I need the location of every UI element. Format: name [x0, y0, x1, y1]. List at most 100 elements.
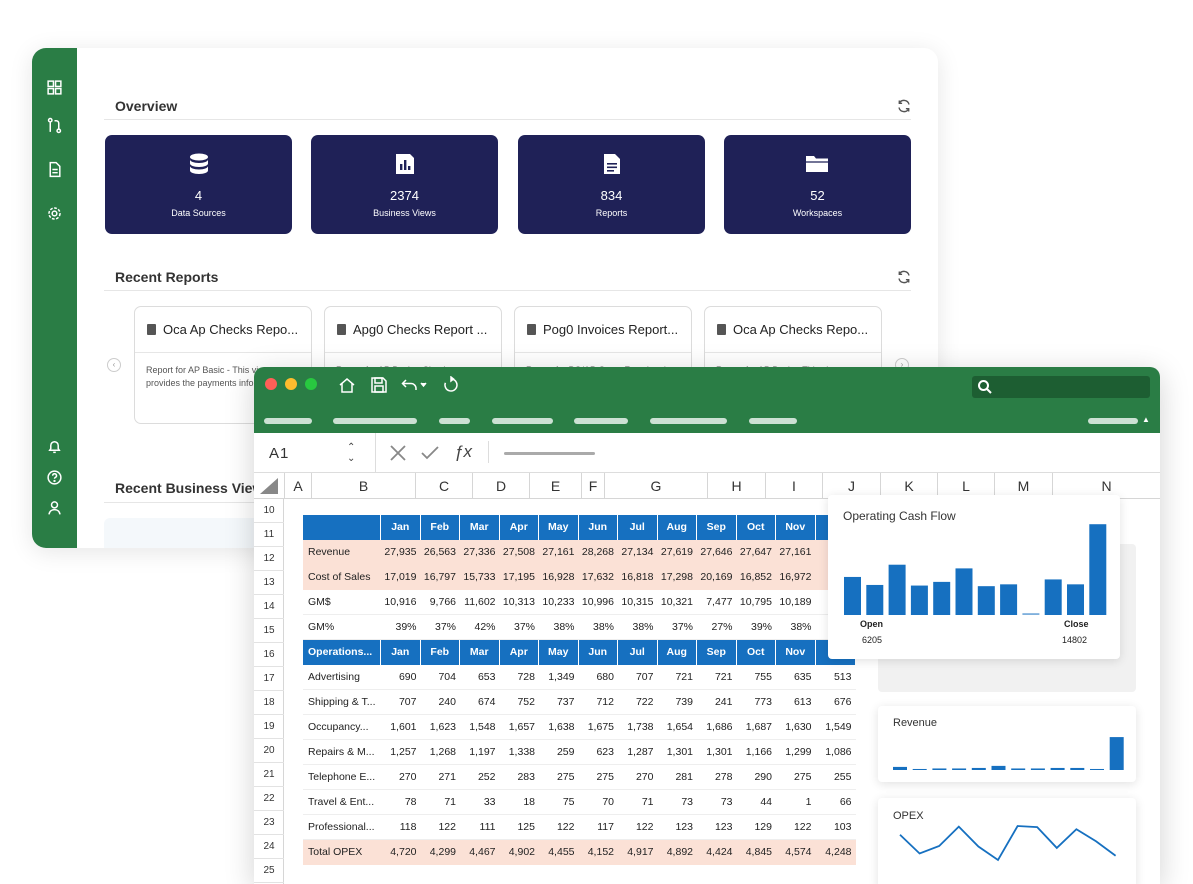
column-header[interactable]: I [765, 473, 822, 499]
value-cell[interactable]: 1,548 [460, 715, 500, 740]
value-cell[interactable]: 33 [460, 790, 500, 815]
value-cell[interactable]: 27,619 [657, 540, 697, 565]
value-cell[interactable]: 613 [776, 690, 816, 715]
opex-widget[interactable]: OPEX [878, 798, 1136, 884]
value-cell[interactable]: 241 [697, 690, 737, 715]
value-cell[interactable]: 278 [697, 765, 737, 790]
value-cell[interactable]: 27,161 [776, 540, 816, 565]
bell-icon[interactable] [46, 438, 63, 455]
month-header-cell[interactable]: Aug [657, 515, 697, 540]
ribbon-tab[interactable] [264, 418, 312, 424]
month-header-cell[interactable]: Jul [618, 515, 658, 540]
cash-flow-bar[interactable] [955, 568, 973, 615]
value-cell[interactable]: 680 [578, 665, 618, 690]
value-cell[interactable]: 1,738 [618, 715, 658, 740]
month-header-cell[interactable]: Sep [697, 640, 737, 665]
value-cell[interactable]: 1,287 [618, 740, 658, 765]
value-cell[interactable]: 11,602 [460, 590, 500, 615]
value-cell[interactable]: 27,161 [539, 540, 579, 565]
carousel-prev-button[interactable]: ‹ [107, 358, 121, 372]
month-header-cell[interactable]: May [539, 515, 579, 540]
value-cell[interactable]: 4,892 [657, 840, 697, 865]
value-cell[interactable]: 721 [697, 665, 737, 690]
value-cell[interactable]: 122 [776, 815, 816, 840]
row-label-cell[interactable]: Revenue [303, 540, 381, 565]
save-icon[interactable] [370, 376, 388, 394]
value-cell[interactable]: 129 [736, 815, 776, 840]
value-cell[interactable]: 1,197 [460, 740, 500, 765]
value-cell[interactable]: 71 [618, 790, 658, 815]
revenue-widget[interactable]: Revenue [878, 706, 1136, 782]
ribbon-tab[interactable] [574, 418, 628, 424]
close-window-button[interactable] [265, 378, 277, 390]
undo-icon[interactable] [401, 376, 429, 394]
value-cell[interactable]: 712 [578, 690, 618, 715]
value-cell[interactable]: 117 [578, 815, 618, 840]
revenue-bar[interactable] [1109, 737, 1124, 770]
value-cell[interactable]: 270 [381, 765, 421, 790]
function-icon[interactable]: ƒx [454, 442, 472, 462]
minimize-window-button[interactable] [285, 378, 297, 390]
row-label-cell[interactable]: Shipping & T... [303, 690, 381, 715]
cash-flow-bar[interactable] [844, 576, 861, 615]
value-cell[interactable]: 37% [657, 615, 697, 640]
month-header-cell[interactable]: Feb [420, 640, 460, 665]
value-cell[interactable]: 71 [420, 790, 460, 815]
month-header-cell[interactable]: Jan [381, 515, 421, 540]
value-cell[interactable]: 1,638 [539, 715, 579, 740]
value-cell[interactable]: 10,321 [657, 590, 697, 615]
value-cell[interactable]: 635 [776, 665, 816, 690]
row-label-cell[interactable]: Repairs & M... [303, 740, 381, 765]
search-input[interactable] [972, 376, 1150, 398]
value-cell[interactable]: 739 [657, 690, 697, 715]
row-label-cell[interactable]: GM% [303, 615, 381, 640]
value-cell[interactable]: 1,268 [420, 740, 460, 765]
refresh-icon[interactable] [896, 98, 912, 114]
value-cell[interactable]: 39% [736, 615, 776, 640]
value-cell[interactable]: 1,299 [776, 740, 816, 765]
value-cell[interactable]: 1,654 [657, 715, 697, 740]
value-cell[interactable]: 16,928 [539, 565, 579, 590]
help-icon[interactable] [46, 469, 63, 486]
row-header[interactable]: 12 [254, 547, 284, 571]
ribbon-tab[interactable] [439, 418, 470, 424]
column-header[interactable]: G [604, 473, 707, 499]
value-cell[interactable]: 4,902 [499, 840, 539, 865]
value-cell[interactable]: 1,301 [657, 740, 697, 765]
value-cell[interactable]: 1,086 [815, 740, 856, 765]
row-header[interactable]: 25 [254, 859, 284, 883]
cash-flow-widget[interactable]: Operating Cash Flow Open 6205 Close 1480… [828, 495, 1120, 659]
refresh-icon[interactable] [442, 375, 460, 394]
value-cell[interactable]: 38% [776, 615, 816, 640]
value-cell[interactable]: 27,336 [460, 540, 500, 565]
stat-card-business-views[interactable]: 2374 Business Views [311, 135, 498, 234]
value-cell[interactable]: 1,657 [499, 715, 539, 740]
value-cell[interactable]: 27,508 [499, 540, 539, 565]
cash-flow-bar[interactable] [866, 584, 884, 615]
name-box[interactable]: A1 [269, 445, 289, 462]
value-cell[interactable]: 38% [578, 615, 618, 640]
value-cell[interactable]: 10,996 [578, 590, 618, 615]
value-cell[interactable]: 10,313 [499, 590, 539, 615]
month-header-cell[interactable]: Feb [420, 515, 460, 540]
value-cell[interactable]: 690 [381, 665, 421, 690]
value-cell[interactable]: 118 [381, 815, 421, 840]
revenue-bar[interactable] [893, 766, 907, 770]
column-header[interactable]: H [707, 473, 765, 499]
maximize-window-button[interactable] [305, 378, 317, 390]
value-cell[interactable]: 10,916 [381, 590, 421, 615]
value-cell[interactable]: 16,972 [776, 565, 816, 590]
row-label-cell[interactable]: Total OPEX [303, 840, 381, 865]
value-cell[interactable]: 17,632 [578, 565, 618, 590]
value-cell[interactable]: 270 [618, 765, 658, 790]
month-header-cell[interactable]: Nov [776, 640, 816, 665]
revenue-bar[interactable] [1011, 768, 1026, 770]
value-cell[interactable]: 38% [618, 615, 658, 640]
value-cell[interactable]: 1,687 [736, 715, 776, 740]
value-cell[interactable]: 10,189 [776, 590, 816, 615]
revenue-bar[interactable] [1050, 767, 1065, 770]
value-cell[interactable]: 704 [420, 665, 460, 690]
value-cell[interactable]: 1,338 [499, 740, 539, 765]
cash-flow-bar[interactable] [1022, 613, 1040, 615]
stat-card-workspaces[interactable]: 52 Workspaces [724, 135, 911, 234]
